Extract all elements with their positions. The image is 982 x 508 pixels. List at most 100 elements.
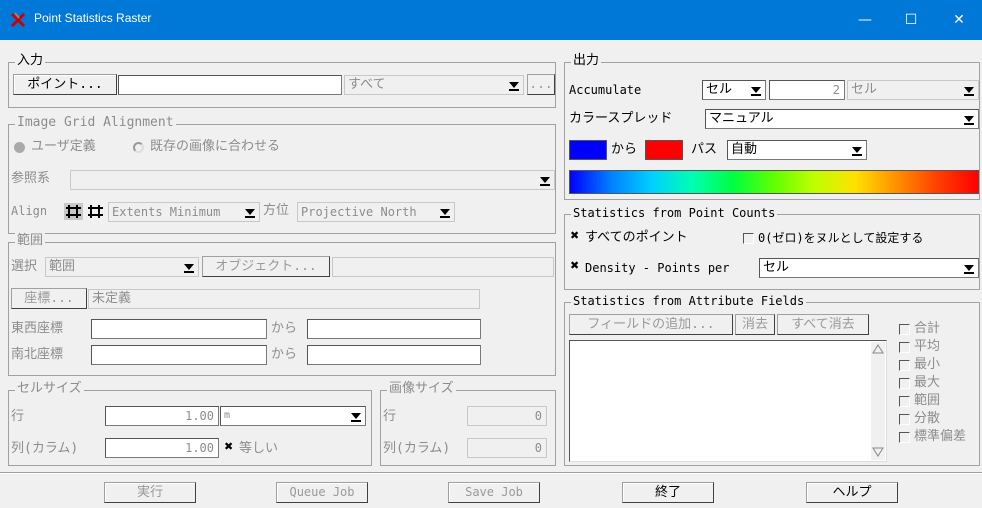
accumulate-select[interactable]: セル (702, 80, 766, 100)
remove-all-button[interactable]: すべて消去 (777, 314, 869, 335)
path-value: 自動 (731, 142, 758, 157)
accumulate-unit-select[interactable]: セル (847, 80, 979, 100)
stat-label: 最小 (914, 357, 941, 372)
image-row-label: 行 (383, 409, 397, 424)
chevron-down-icon (962, 83, 976, 97)
stat-checkbox[interactable] (899, 378, 910, 389)
object-button[interactable]: オブジェクト... (202, 256, 330, 277)
image-size-group: 画像サイズ 行 0 列(カラム) 0 (380, 381, 556, 466)
chevron-down-icon (349, 409, 363, 423)
field-list[interactable] (569, 340, 887, 462)
match-existing-label: 既存の画像に合わせる (150, 139, 281, 154)
scroll-down-icon[interactable] (872, 446, 884, 458)
cell-col-label: 列(カラム) (11, 441, 79, 456)
match-existing-radio[interactable] (133, 142, 144, 153)
stat-checkbox[interactable] (899, 324, 910, 335)
coords-field[interactable]: 未定義 (88, 289, 480, 309)
cell-row-field[interactable]: 1.00 (105, 406, 219, 426)
close-button[interactable]: ✕ (936, 0, 982, 40)
path-label: パス (691, 142, 718, 157)
zero-null-label: 0(ゼロ)をヌルとして設定する (758, 231, 924, 245)
equal-checkbox[interactable] (224, 440, 235, 455)
image-row-field[interactable]: 0 (467, 406, 547, 426)
add-field-button[interactable]: フィールドの追加... (569, 314, 733, 335)
stat-checkbox[interactable] (899, 360, 910, 371)
grid-align-icon-1[interactable] (64, 203, 83, 220)
help-button[interactable]: ヘルプ (806, 482, 898, 503)
points-filter-select[interactable]: すべて (344, 75, 524, 95)
orientation-label: 方位 (263, 203, 290, 218)
grid-alignment-group: Image Grid Alignment ユーザ定義 既存の画像に合わせる 参照… (8, 115, 556, 234)
field-list-scrollbar[interactable] (871, 342, 885, 460)
color-gradient-bar (569, 170, 979, 194)
color-from-label: から (611, 142, 638, 157)
color-spread-label: カラースプレッド (569, 111, 673, 126)
orientation-select[interactable]: Projective North (297, 202, 455, 222)
attr-fields-legend: Statistics from Attribute Fields (571, 293, 807, 309)
footer-separator (0, 472, 982, 474)
stat-checkbox[interactable] (899, 414, 910, 425)
density-unit-select[interactable]: セル (759, 258, 979, 278)
cell-col-value: 1.00 (185, 441, 214, 455)
path-select[interactable]: 自動 (727, 140, 867, 160)
queue-job-button[interactable]: Queue Job (276, 482, 368, 503)
all-points-checkbox[interactable] (570, 229, 581, 244)
output-legend: 出力 (571, 53, 602, 69)
dialog-body: 入力 ポイント... すべて ... Image Grid Alignment … (0, 40, 982, 508)
run-button[interactable]: 実行 (104, 482, 196, 503)
color-spread-select[interactable]: マニュアル (705, 109, 979, 129)
cell-row-value: 1.00 (185, 409, 214, 423)
scroll-up-icon[interactable] (872, 343, 884, 355)
accumulate-label: Accumulate (569, 83, 642, 97)
image-col-label: 列(カラム) (383, 441, 451, 456)
ns-to-field[interactable] (307, 345, 481, 365)
cell-col-field[interactable]: 1.00 (105, 438, 219, 458)
remove-button[interactable]: 消去 (735, 314, 775, 335)
stat-checkbox[interactable] (899, 396, 910, 407)
points-button[interactable]: ポイント... (13, 74, 117, 95)
density-checkbox[interactable] (570, 259, 581, 274)
point-counts-group: Statistics from Point Counts すべてのポイント 0(… (564, 205, 980, 290)
image-col-field[interactable]: 0 (467, 438, 547, 458)
ns-from-field[interactable] (91, 345, 267, 365)
stat-label: 平均 (914, 339, 941, 354)
zero-null-checkbox[interactable] (743, 233, 754, 244)
color-from-swatch[interactable] (569, 140, 607, 160)
grid-align-icon-2[interactable] (86, 203, 105, 220)
align-select[interactable]: Extents Minimum (108, 202, 260, 222)
cell-unit-select[interactable]: m (220, 406, 366, 426)
user-defined-radio[interactable] (14, 142, 25, 153)
window-title: Point Statistics Raster (34, 11, 152, 25)
grid-alignment-legend: Image Grid Alignment (15, 115, 176, 131)
maximize-button[interactable]: ☐ (888, 0, 934, 40)
color-to-swatch[interactable] (645, 140, 683, 160)
extent-group: 範囲 選択 範囲 オブジェクト... 座標... 未定義 東西座標 から 南北座… (8, 233, 556, 376)
accumulate-unit-value: セル (851, 82, 878, 97)
points-field[interactable] (118, 75, 342, 95)
object-field[interactable] (332, 257, 554, 277)
coords-value: 未定義 (92, 291, 132, 306)
ew-label: 東西座標 (11, 321, 64, 336)
extent-legend: 範囲 (15, 233, 46, 249)
exit-button[interactable]: 終了 (622, 482, 714, 503)
points-more-button[interactable]: ... (527, 74, 555, 95)
ew-to-field[interactable] (307, 319, 481, 339)
ns-label: 南北座標 (11, 347, 64, 362)
chevron-down-icon (962, 112, 976, 126)
color-spread-value: マニュアル (709, 111, 774, 126)
image-row-value: 0 (534, 409, 542, 423)
coords-button[interactable]: 座標... (11, 288, 87, 309)
ew-from-field[interactable] (91, 319, 267, 339)
ns-from-label: から (271, 347, 298, 362)
stat-checkbox[interactable] (899, 432, 910, 443)
extent-select-value: 範囲 (49, 259, 76, 274)
minimize-button[interactable]: — (842, 0, 888, 40)
app-icon (10, 12, 26, 28)
extent-select[interactable]: 範囲 (45, 257, 199, 277)
save-job-button[interactable]: Save Job (448, 482, 540, 503)
accumulate-count-field[interactable]: 2 (769, 80, 845, 100)
density-label: Density - Points per (585, 261, 730, 275)
chevron-down-icon (538, 173, 552, 187)
stat-checkbox[interactable] (899, 342, 910, 353)
refsys-select[interactable] (70, 170, 555, 190)
